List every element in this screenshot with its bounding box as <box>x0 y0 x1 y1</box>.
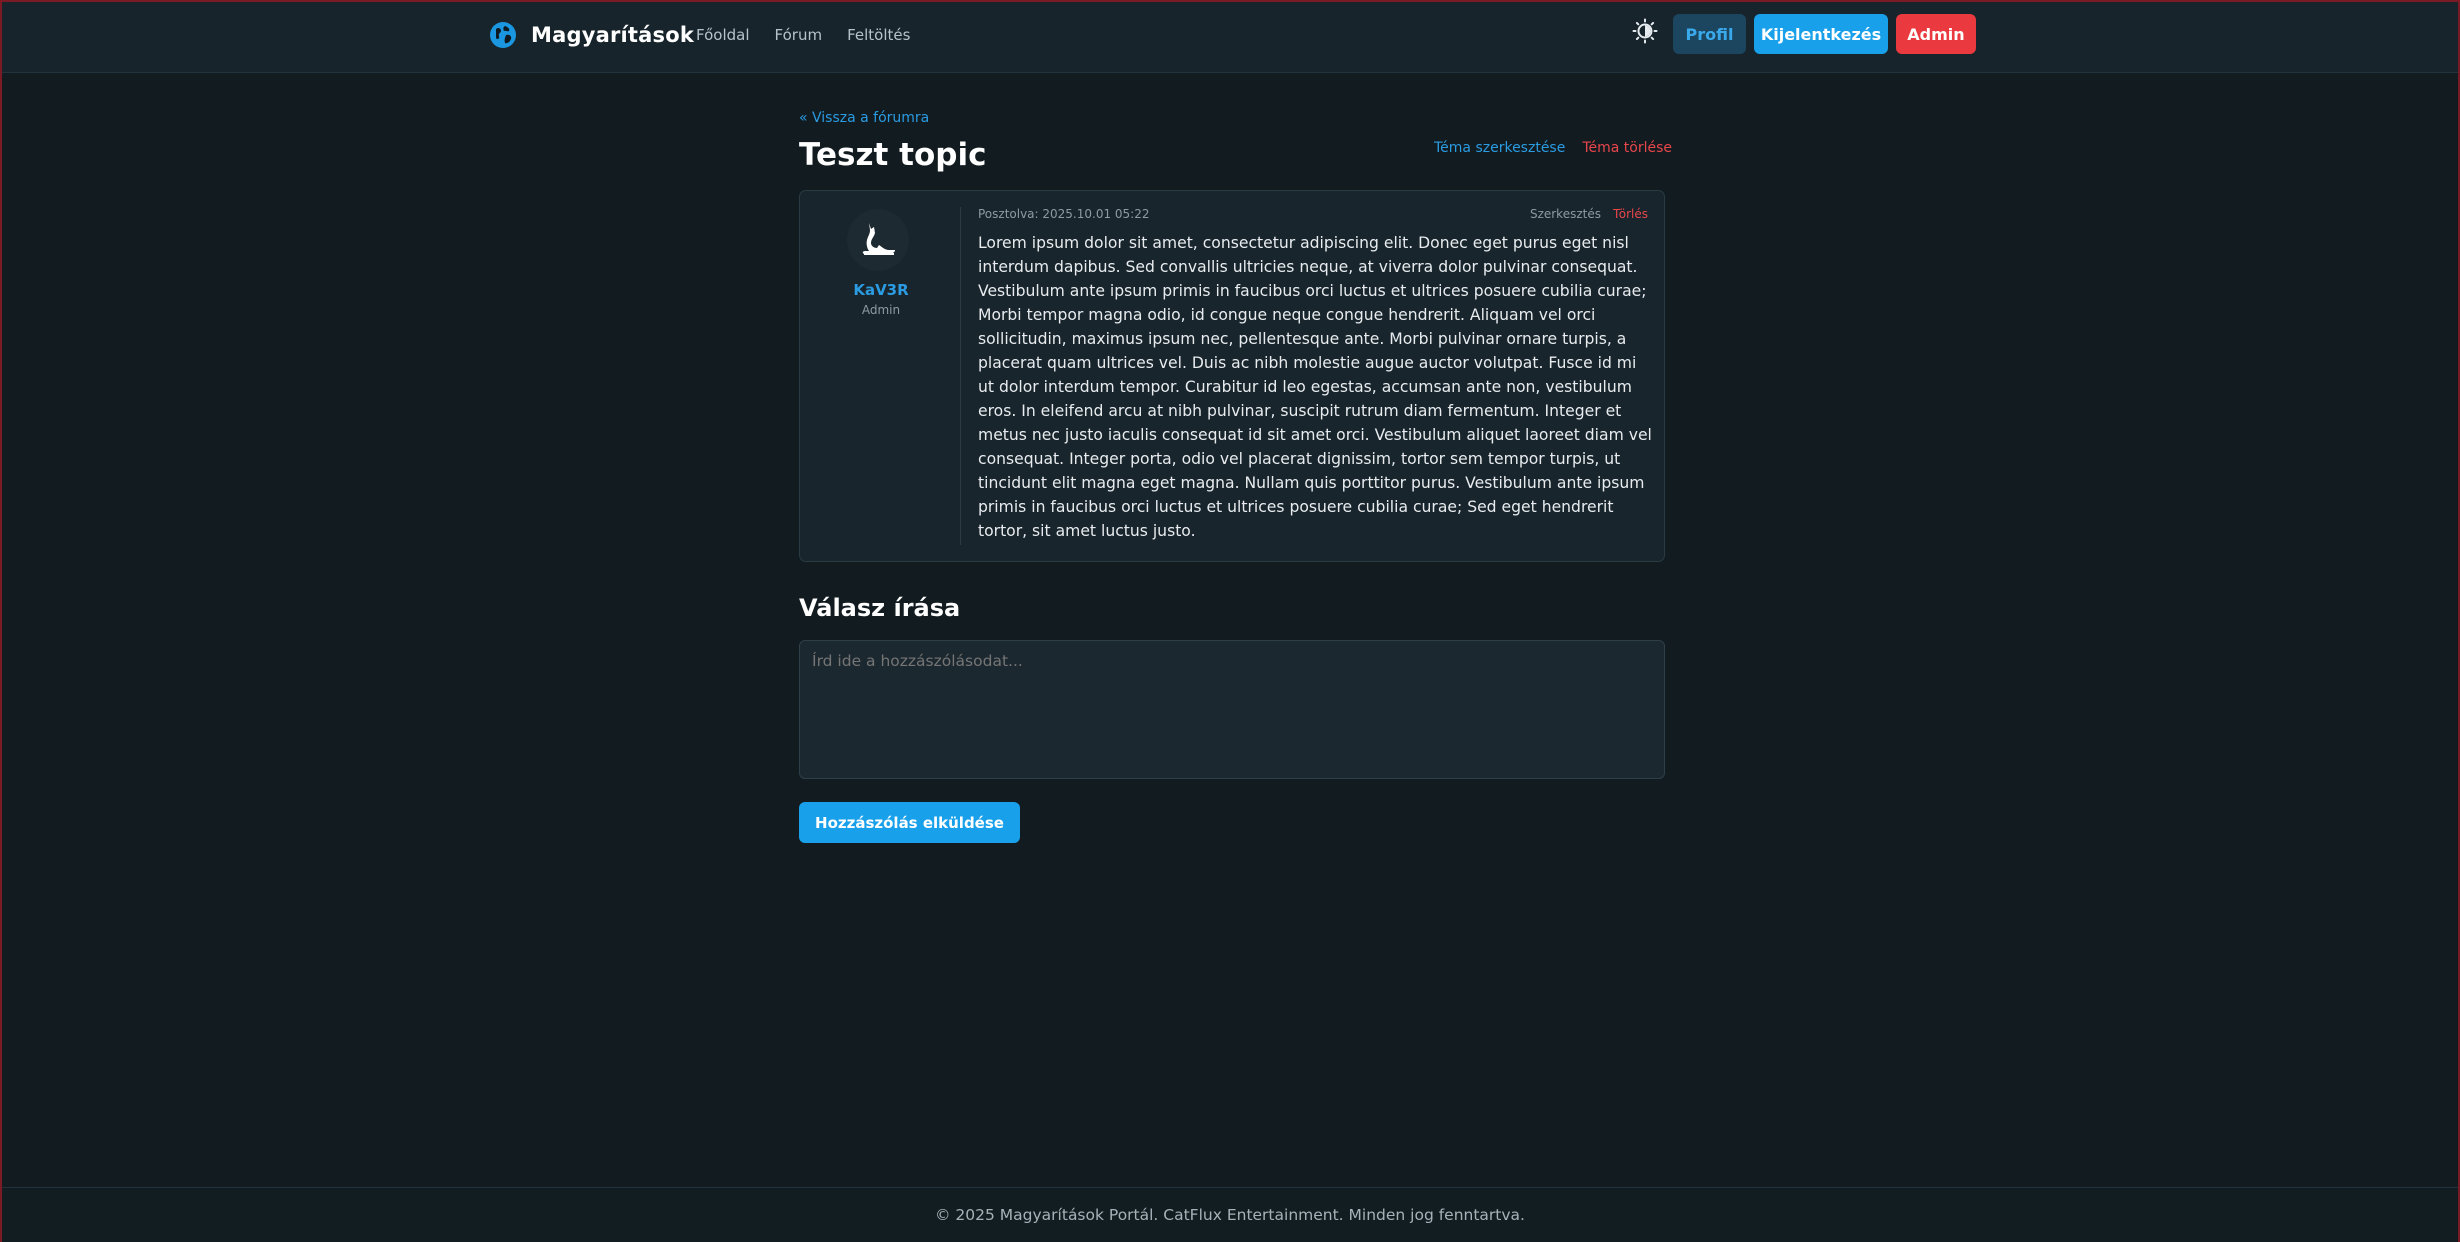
avatar[interactable] <box>847 209 909 271</box>
post-actions: Szerkesztés Törlés <box>1530 207 1648 221</box>
topic-actions: Téma szerkesztése Téma törlése <box>1434 140 1672 156</box>
post-author-name[interactable]: KaV3R <box>800 281 962 299</box>
main-nav: Főoldal Fórum Feltöltés <box>696 26 910 44</box>
reply-textarea[interactable] <box>799 640 1665 779</box>
post-timestamp: Posztolva: 2025.10.01 05:22 <box>978 207 1150 221</box>
edit-topic-link[interactable]: Téma szerkesztése <box>1434 140 1565 156</box>
edit-post-link[interactable]: Szerkesztés <box>1530 207 1601 221</box>
page-title: Teszt topic <box>799 137 987 173</box>
cat-avatar <box>847 209 909 271</box>
post-author-role: Admin <box>861 303 901 317</box>
brand-link[interactable]: Magyarítások <box>488 20 694 50</box>
nav-link-forum[interactable]: Fórum <box>775 26 823 44</box>
nav-link-home[interactable]: Főoldal <box>696 26 750 44</box>
admin-button[interactable]: Admin <box>1896 14 1976 54</box>
footer: © 2025 Magyarítások Portál. CatFlux Ente… <box>2 1187 2458 1242</box>
post-card: KaV3R Admin Posztolva: 2025.10.01 05:22 … <box>799 190 1665 562</box>
reply-heading: Válasz írása <box>799 594 961 622</box>
footer-copyright: © 2025 Magyarítások Portál. CatFlux Ente… <box>935 1206 1525 1224</box>
logout-button[interactable]: Kijelentkezés <box>1754 14 1888 54</box>
submit-reply-button[interactable]: Hozzászólás elküldése <box>799 802 1020 843</box>
delete-topic-link[interactable]: Téma törlése <box>1582 140 1672 156</box>
profile-button[interactable]: Profil <box>1673 14 1746 54</box>
post-divider <box>960 207 961 545</box>
delete-post-link[interactable]: Törlés <box>1613 207 1648 221</box>
nav-link-upload[interactable]: Feltöltés <box>847 26 910 44</box>
top-navbar: Magyarítások Főoldal Fórum Feltöltés Pro… <box>2 2 2458 73</box>
globe-icon <box>490 22 516 48</box>
post-author-panel: KaV3R Admin <box>800 191 962 561</box>
brand-name: Magyarítások <box>531 23 695 47</box>
back-to-forum-link[interactable]: « Vissza a fórumra <box>799 110 929 126</box>
theme-toggle-icon[interactable] <box>1632 18 1658 44</box>
post-body: Lorem ipsum dolor sit amet, consectetur … <box>978 234 1652 540</box>
